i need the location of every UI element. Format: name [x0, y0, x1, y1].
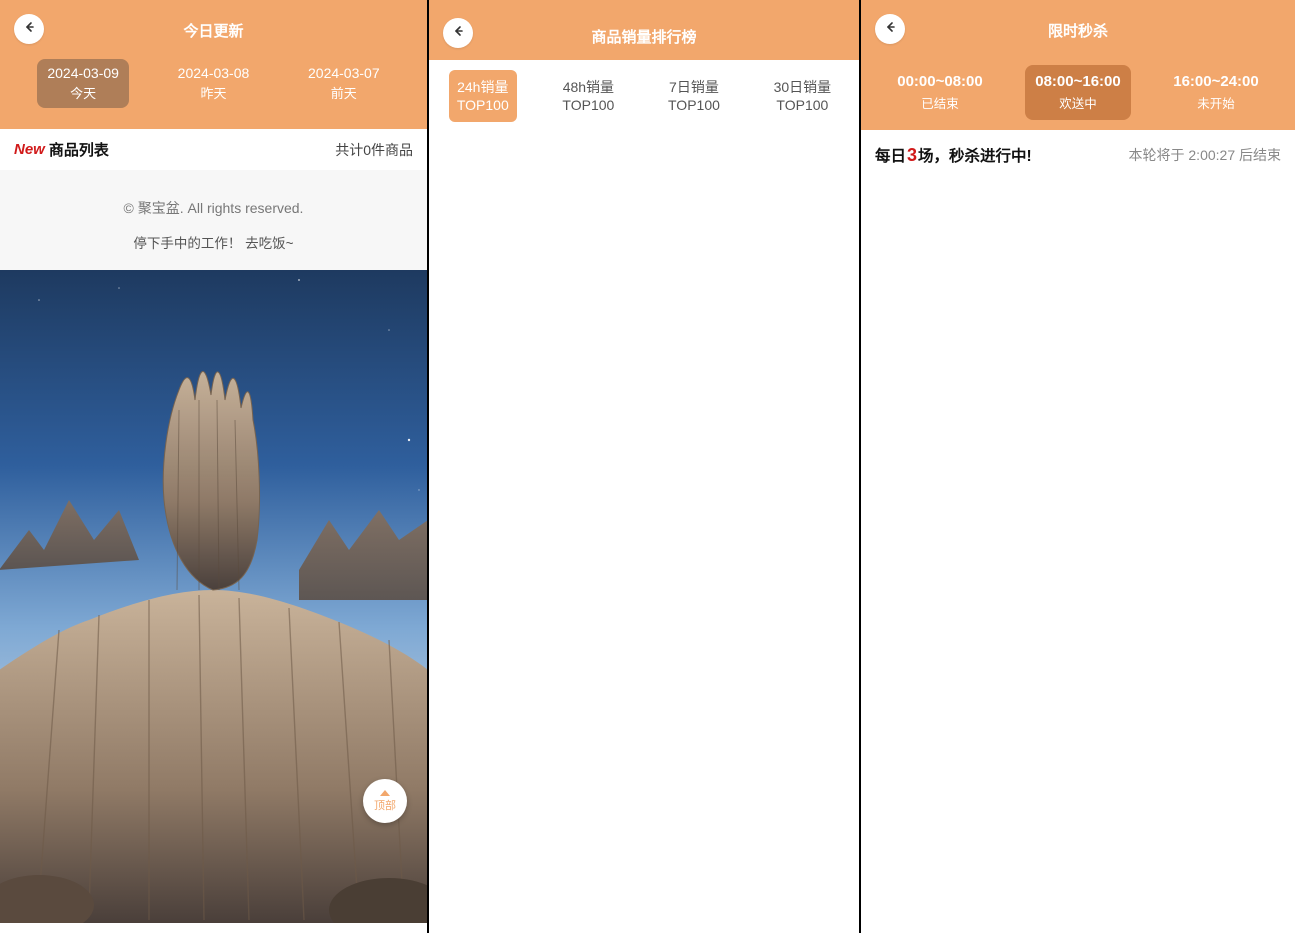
rank-tabs-bar: 24h销量 TOP100 48h销量 TOP100 7日销量 TOP100 30…	[429, 60, 859, 132]
slogan-number: 3	[907, 145, 917, 166]
time-tab-status: 欢送中	[1035, 93, 1121, 112]
back-button[interactable]	[875, 14, 905, 44]
rank-tab-line1: 7日销量	[668, 78, 720, 96]
list-count: 共计0件商品	[335, 140, 413, 160]
new-badge: New	[14, 141, 45, 158]
rank-tab-line1: 30日销量	[774, 78, 832, 96]
rank-tab-24h[interactable]: 24h销量 TOP100	[449, 70, 517, 122]
arrow-left-icon	[450, 23, 466, 44]
date-tab-daybefore[interactable]: 2024-03-07 前天	[298, 59, 390, 108]
rank-tab-line2: TOP100	[457, 96, 509, 114]
rank-tab-30d[interactable]: 30日销量 TOP100	[766, 70, 840, 122]
page-title: 今日更新	[0, 0, 427, 41]
slogan-prefix: 每日	[875, 144, 906, 166]
time-tab-time: 00:00~08:00	[897, 73, 983, 90]
back-button[interactable]	[443, 18, 473, 48]
panel-today-updates: 今日更新 2024-03-09 今天 2024-03-08 昨天 2024-03…	[0, 0, 429, 933]
date-tab-today[interactable]: 2024-03-09 今天	[37, 59, 129, 108]
time-tab-morning[interactable]: 00:00~08:00 已结束	[887, 65, 993, 120]
promo-image	[0, 270, 427, 923]
time-tab-evening[interactable]: 16:00~24:00 未开始	[1163, 65, 1269, 120]
time-tab-status: 未开始	[1173, 93, 1259, 112]
slogan-suffix: 场，秒杀进行中!	[918, 144, 1032, 166]
time-tab-status: 已结束	[897, 93, 983, 112]
seckill-slogan: 每日3场，秒杀进行中!	[875, 144, 1032, 166]
rank-tab-line1: 48h销量	[562, 78, 614, 96]
date-tab-yesterday[interactable]: 2024-03-08 昨天	[168, 59, 260, 108]
rank-tab-7d[interactable]: 7日销量 TOP100	[660, 70, 728, 122]
panel-sales-ranking: 商品销量排行榜 24h销量 TOP100 48h销量 TOP100 7日销量 T…	[429, 0, 861, 933]
time-tab-time: 08:00~16:00	[1035, 73, 1121, 90]
footer-tip: 停下手中的工作！ 去吃饭~	[10, 232, 417, 252]
scroll-top-label: 顶部	[374, 797, 396, 813]
date-tab-label: 昨天	[178, 83, 250, 102]
date-tabs: 2024-03-09 今天 2024-03-08 昨天 2024-03-07 前…	[0, 59, 427, 108]
panel-flash-sale: 限时秒杀 00:00~08:00 已结束 08:00~16:00 欢送中 16:…	[861, 0, 1295, 933]
page-title: 限时秒杀	[861, 0, 1295, 41]
time-tab-time: 16:00~24:00	[1173, 73, 1259, 90]
seckill-subheader: 每日3场，秒杀进行中! 本轮将于 2:00:27 后结束	[861, 130, 1295, 180]
list-header-left: New 商品列表	[14, 139, 109, 160]
date-tab-date: 2024-03-09	[47, 65, 119, 81]
chevron-up-icon	[380, 790, 390, 796]
page-title: 商品销量排行榜	[429, 0, 859, 47]
list-title: 商品列表	[49, 139, 109, 160]
rank-tab-line2: TOP100	[774, 96, 832, 114]
arrow-left-icon	[21, 19, 37, 40]
date-tab-label: 前天	[308, 83, 380, 102]
scroll-top-button[interactable]: 顶部	[363, 779, 407, 823]
time-tabs: 00:00~08:00 已结束 08:00~16:00 欢送中 16:00~24…	[861, 65, 1295, 120]
footer-copyright: © 聚宝盆. All rights reserved.	[10, 198, 417, 218]
rank-tab-line2: TOP100	[562, 96, 614, 114]
rank-tabs: 24h销量 TOP100 48h销量 TOP100 7日销量 TOP100 30…	[433, 70, 855, 122]
header-band: 今日更新 2024-03-09 今天 2024-03-08 昨天 2024-03…	[0, 0, 427, 129]
time-tab-afternoon[interactable]: 08:00~16:00 欢送中	[1025, 65, 1131, 120]
date-tab-date: 2024-03-07	[308, 65, 380, 81]
countdown-text: 本轮将于 2:00:27 后结束	[1129, 145, 1282, 165]
rank-tab-line2: TOP100	[668, 96, 720, 114]
back-button[interactable]	[14, 14, 44, 44]
rank-tab-line1: 24h销量	[457, 78, 509, 96]
date-tab-label: 今天	[47, 83, 119, 102]
header-band: 限时秒杀 00:00~08:00 已结束 08:00~16:00 欢送中 16:…	[861, 0, 1295, 130]
date-tab-date: 2024-03-08	[178, 65, 250, 81]
footer-info: © 聚宝盆. All rights reserved. 停下手中的工作！ 去吃饭…	[0, 170, 427, 270]
arrow-left-icon	[882, 19, 898, 40]
rank-tab-48h[interactable]: 48h销量 TOP100	[554, 70, 622, 122]
list-header: New 商品列表 共计0件商品	[0, 129, 427, 170]
header-band: 商品销量排行榜	[429, 0, 859, 60]
